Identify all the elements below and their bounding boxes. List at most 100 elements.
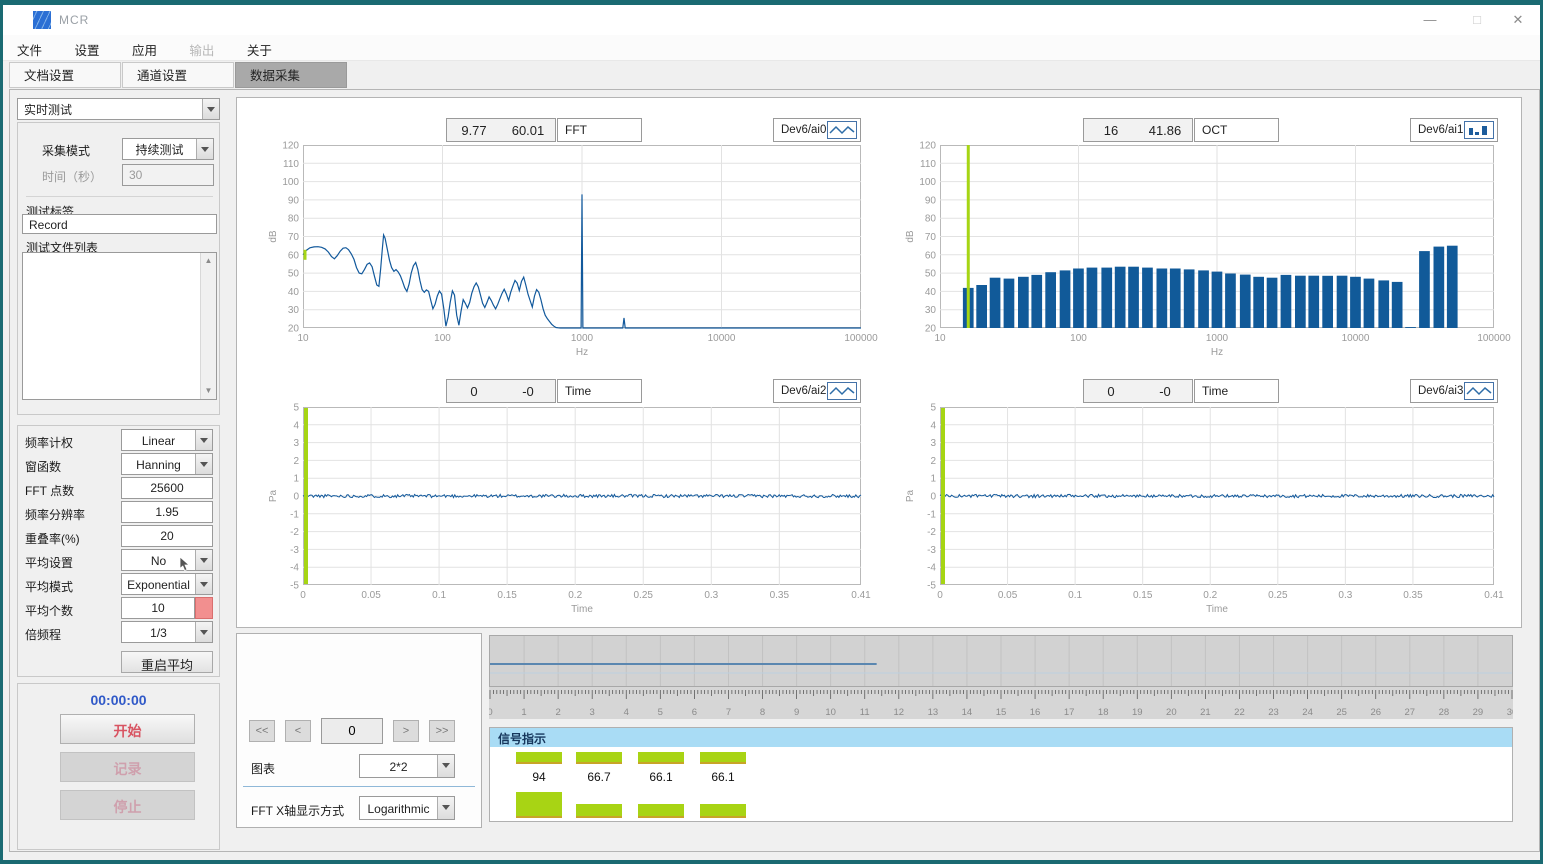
svg-text:-3: -3 bbox=[927, 545, 936, 556]
record-timeline[interactable]: 0123456789101112131415161718192021222324… bbox=[489, 635, 1513, 719]
svg-text:26: 26 bbox=[1370, 707, 1381, 718]
avg-count-input[interactable]: 10 bbox=[121, 597, 195, 619]
window-func-label: 窗函数 bbox=[25, 458, 61, 475]
svg-text:30: 30 bbox=[1507, 707, 1513, 718]
svg-text:70: 70 bbox=[288, 232, 300, 243]
menu-application[interactable]: 应用 bbox=[118, 35, 171, 61]
acq-mode-select[interactable]: 持续测试 bbox=[122, 138, 214, 160]
tab-document-settings[interactable]: 文档设置 bbox=[9, 62, 121, 88]
svg-text:19: 19 bbox=[1132, 707, 1143, 718]
svg-text:Hz: Hz bbox=[576, 347, 588, 358]
fft-axis-mode-select[interactable]: Logarithmic bbox=[359, 796, 455, 820]
freq-weighting-label: 频率计权 bbox=[25, 434, 73, 451]
svg-text:Pa: Pa bbox=[268, 489, 279, 502]
avg-setting-select[interactable]: No bbox=[121, 549, 213, 571]
svg-text:30: 30 bbox=[288, 305, 300, 316]
svg-text:60: 60 bbox=[925, 250, 937, 261]
test-file-listbox[interactable]: ▲ ▼ bbox=[22, 252, 217, 400]
start-button[interactable]: 开始 bbox=[60, 714, 195, 744]
menu-about[interactable]: 关于 bbox=[233, 35, 286, 61]
nav-last-button[interactable]: >> bbox=[429, 720, 455, 742]
scrollbar[interactable]: ▲ ▼ bbox=[200, 253, 216, 399]
octave-select[interactable]: 1/3 bbox=[121, 621, 213, 643]
menu-file[interactable]: 文件 bbox=[3, 35, 56, 61]
svg-text:0: 0 bbox=[293, 492, 299, 503]
tab-channel-settings[interactable]: 通道设置 bbox=[122, 62, 234, 88]
svg-text:7: 7 bbox=[726, 707, 731, 718]
chevron-down-icon bbox=[195, 550, 212, 570]
menu-settings[interactable]: 设置 bbox=[60, 35, 113, 61]
svg-text:1: 1 bbox=[293, 474, 299, 485]
avg-count-label: 平均个数 bbox=[25, 602, 73, 619]
chart-layout-select[interactable]: 2*2 bbox=[359, 754, 455, 778]
time-chart-ai3[interactable]: -5-4-3-2-101234500.050.10.150.20.250.30.… bbox=[902, 400, 1496, 625]
svg-text:-2: -2 bbox=[927, 527, 936, 538]
nav-next-button[interactable]: > bbox=[393, 720, 419, 742]
avg-mode-label: 平均模式 bbox=[25, 578, 73, 595]
svg-text:6: 6 bbox=[692, 707, 697, 718]
window-func-value: Hanning bbox=[122, 457, 195, 472]
svg-text:17: 17 bbox=[1064, 707, 1075, 718]
svg-text:10000: 10000 bbox=[708, 333, 736, 344]
svg-text:0.3: 0.3 bbox=[1338, 590, 1352, 601]
svg-text:Time: Time bbox=[1206, 604, 1228, 615]
svg-text:60: 60 bbox=[288, 250, 300, 261]
chart-layout-value: 2*2 bbox=[360, 759, 437, 774]
avg-mode-select[interactable]: Exponential bbox=[121, 573, 213, 595]
avg-setting-label: 平均设置 bbox=[25, 554, 73, 571]
time-chart-ai2[interactable]: -5-4-3-2-101234500.050.10.150.20.250.30.… bbox=[265, 400, 863, 625]
signal-value: 66.7 bbox=[576, 770, 622, 784]
overlap-input[interactable]: 20 bbox=[121, 525, 213, 547]
window-func-select[interactable]: Hanning bbox=[121, 453, 213, 475]
time2-channel-label: Dev6/ai2 bbox=[781, 385, 826, 397]
svg-text:100000: 100000 bbox=[1477, 333, 1511, 344]
test-mode-select[interactable]: 实时测试 bbox=[17, 98, 220, 120]
svg-text:2: 2 bbox=[930, 456, 936, 467]
svg-text:-4: -4 bbox=[927, 563, 936, 574]
svg-text:110: 110 bbox=[283, 159, 299, 170]
nav-prev-button[interactable]: < bbox=[285, 720, 311, 742]
test-label-input[interactable]: Record bbox=[22, 214, 217, 234]
fft-axis-mode-label: FFT X轴显示方式 bbox=[251, 802, 344, 819]
svg-text:1000: 1000 bbox=[571, 333, 594, 344]
svg-text:0.05: 0.05 bbox=[998, 590, 1018, 601]
restart-average-button[interactable]: 重启平均 bbox=[121, 651, 213, 673]
fft-points-input[interactable]: 25600 bbox=[121, 477, 213, 499]
svg-text:40: 40 bbox=[288, 287, 300, 298]
svg-text:28: 28 bbox=[1439, 707, 1450, 718]
fft-chart[interactable]: 2030405060708090100110120101001000100001… bbox=[265, 138, 863, 360]
svg-text:0.3: 0.3 bbox=[704, 590, 718, 601]
menu-output: 输出 bbox=[175, 35, 228, 61]
scroll-down-icon[interactable]: ▼ bbox=[201, 383, 216, 399]
close-button[interactable]: ✕ bbox=[1496, 5, 1540, 35]
time-seconds-label: 时间（秒） bbox=[42, 168, 102, 185]
nav-first-button[interactable]: << bbox=[249, 720, 275, 742]
svg-text:0.1: 0.1 bbox=[432, 590, 446, 601]
freq-resolution-input[interactable]: 1.95 bbox=[121, 501, 213, 523]
fft-points-label: FFT 点数 bbox=[25, 482, 74, 499]
svg-text:29: 29 bbox=[1473, 707, 1484, 718]
fft-channel-label: Dev6/ai0 bbox=[781, 124, 826, 136]
svg-text:9: 9 bbox=[794, 707, 799, 718]
svg-text:-1: -1 bbox=[927, 509, 936, 520]
chevron-down-icon bbox=[202, 99, 219, 119]
oct-channel-label: Dev6/ai1 bbox=[1418, 124, 1463, 136]
svg-text:4: 4 bbox=[624, 707, 629, 718]
maximize-button[interactable]: □ bbox=[1455, 5, 1499, 35]
freq-weighting-select[interactable]: Linear bbox=[121, 429, 213, 451]
svg-text:21: 21 bbox=[1200, 707, 1211, 718]
acquisition-groupbox: 采集模式 持续测试 时间（秒） 30 测试标签 Record 测试文件列表 ▲ … bbox=[17, 122, 220, 415]
svg-text:70: 70 bbox=[925, 232, 937, 243]
oct-chart[interactable]: 2030405060708090100110120101001000100001… bbox=[902, 138, 1496, 360]
tab-data-acquisition[interactable]: 数据采集 bbox=[235, 62, 347, 88]
svg-text:0: 0 bbox=[930, 492, 936, 503]
scroll-up-icon[interactable]: ▲ bbox=[201, 253, 216, 269]
nav-index-box[interactable]: 0 bbox=[321, 718, 383, 744]
svg-text:0.35: 0.35 bbox=[770, 590, 790, 601]
svg-text:24: 24 bbox=[1302, 707, 1313, 718]
freq-resolution-label: 频率分辨率 bbox=[25, 506, 85, 523]
svg-text:-2: -2 bbox=[290, 527, 299, 538]
minimize-button[interactable]: — bbox=[1408, 5, 1452, 35]
svg-text:0.1: 0.1 bbox=[1068, 590, 1082, 601]
octave-value: 1/3 bbox=[122, 625, 195, 640]
